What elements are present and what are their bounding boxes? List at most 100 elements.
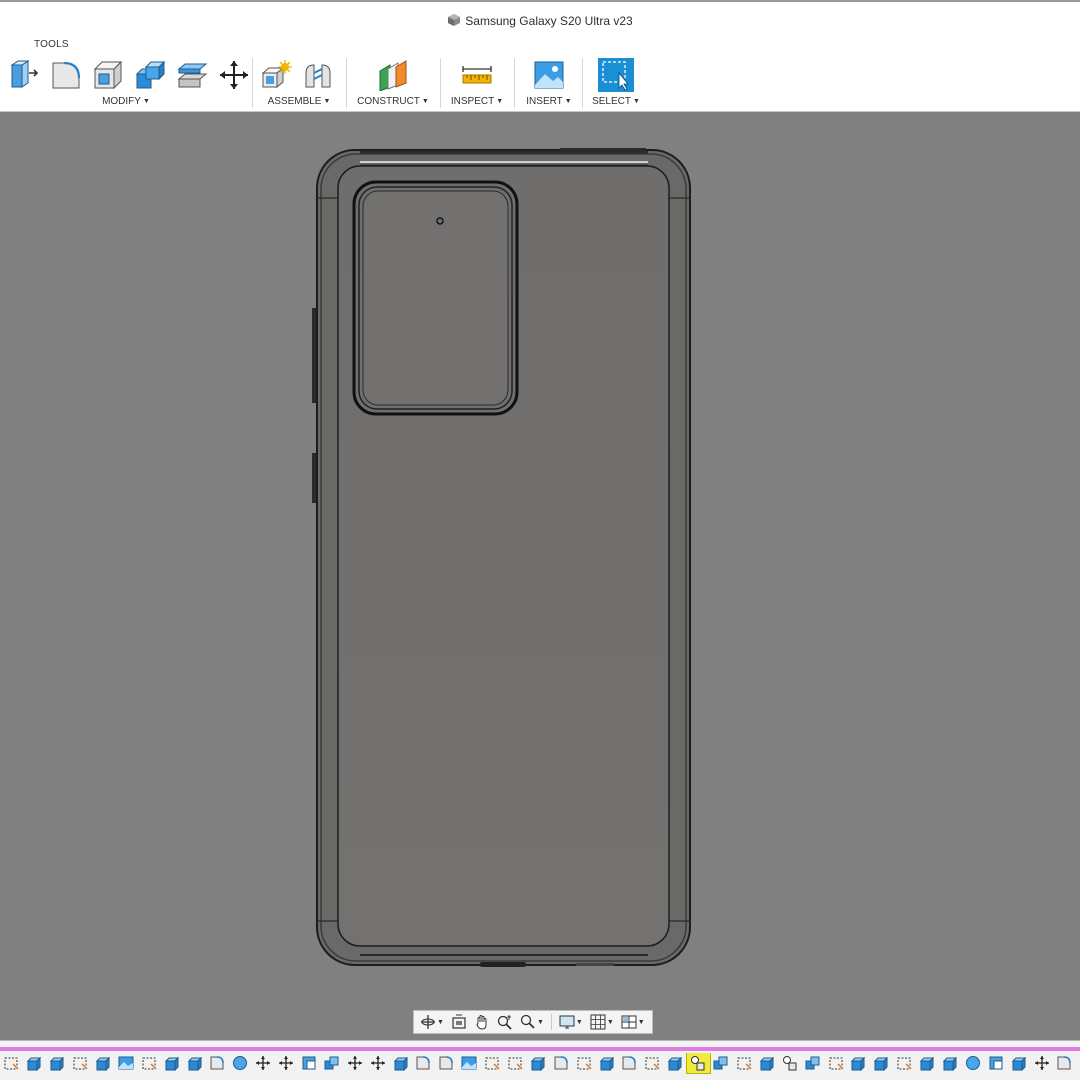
extrude-icon[interactable] [916,1053,939,1073]
combine-icon[interactable] [320,1053,343,1073]
modify-label: MODIFY [102,96,141,107]
extrude-icon[interactable] [389,1053,412,1073]
extrude-icon[interactable] [46,1053,69,1073]
look-at-icon[interactable] [449,1012,469,1032]
fillet-icon[interactable] [206,1053,229,1073]
move-icon[interactable] [275,1053,298,1073]
select-menu[interactable]: SELECT ▼ [588,96,644,107]
navigation-bar: ▼ ▼ ▼ ▼ ▼ [413,1010,653,1034]
new-component-icon[interactable] [258,58,294,92]
extrude-icon[interactable] [755,1053,778,1073]
chevron-down-icon: ▼ [536,1018,544,1026]
sphere-icon[interactable] [961,1053,984,1073]
sketch-icon[interactable] [504,1053,527,1073]
split-icon[interactable] [298,1053,321,1073]
extrude-icon[interactable] [939,1053,962,1073]
viewports-icon[interactable]: ▼ [619,1012,647,1032]
ribbon-toolbar: TOOLS MODIFY ▼ ASSEMBLE ▼ CONSTRUCT ▼ IN… [0,30,1080,112]
cube-icon [447,13,461,30]
extrude-icon[interactable] [183,1053,206,1073]
extrude-icon[interactable] [526,1053,549,1073]
select-group: SELECT ▼ [588,52,644,108]
inspect-menu[interactable]: INSPECT ▼ [446,96,508,107]
sphere-icon[interactable] [229,1053,252,1073]
phone-model[interactable] [0,113,1080,1040]
divider [346,58,347,108]
extrude-icon[interactable] [847,1053,870,1073]
extrude-icon[interactable] [595,1053,618,1073]
fillet-icon[interactable] [1053,1053,1076,1073]
fillet-icon[interactable] [549,1053,572,1073]
timeline-features [0,1053,1080,1075]
insert-canvas-icon[interactable] [531,58,567,92]
fillet-icon[interactable] [48,58,84,92]
joint-icon[interactable] [300,58,336,92]
joint-icon[interactable] [685,1053,711,1074]
divider [550,1014,552,1030]
sketch-icon[interactable] [733,1053,756,1073]
document-title-area: Samsung Galaxy S20 Ultra v23 [0,13,1080,30]
move-icon[interactable] [252,1053,275,1073]
assemble-group: ASSEMBLE ▼ [258,52,340,108]
workspace-label[interactable]: TOOLS [34,39,69,50]
offset-plane-icon[interactable] [375,58,411,92]
assemble-menu[interactable]: ASSEMBLE ▼ [258,96,340,107]
construct-menu[interactable]: CONSTRUCT ▼ [352,96,434,107]
grid-icon[interactable]: ▼ [588,1012,616,1032]
sketch-icon[interactable] [641,1053,664,1073]
move-icon[interactable] [1030,1053,1053,1073]
insert-menu[interactable]: INSERT ▼ [520,96,578,107]
pan-icon[interactable] [472,1012,492,1032]
sketch-icon[interactable] [137,1053,160,1073]
orbit-icon[interactable]: ▼ [418,1012,446,1032]
canvas-icon[interactable] [114,1053,137,1073]
select-label: SELECT [592,96,631,107]
chevron-down-icon: ▼ [564,98,572,105]
chevron-down-icon: ▼ [323,98,331,105]
window-select-icon[interactable] [598,58,634,92]
app-window: Samsung Galaxy S20 Ultra v23 TOOLS MODIF… [0,0,1080,1080]
timeline-marker-bar[interactable] [0,1047,1080,1051]
modify-group: MODIFY ▼ [6,52,248,108]
sketch-icon[interactable] [824,1053,847,1073]
fillet-icon[interactable] [435,1053,458,1073]
sketch-icon[interactable] [572,1053,595,1073]
combine-icon[interactable] [132,58,168,92]
zoom-window-icon[interactable] [495,1012,515,1032]
display-settings-icon[interactable]: ▼ [557,1012,585,1032]
move-icon[interactable] [343,1053,366,1073]
press-pull-icon[interactable] [6,58,42,92]
sketch-icon[interactable] [1076,1053,1080,1073]
extrude-icon[interactable] [92,1053,115,1073]
split-icon[interactable] [984,1053,1007,1073]
canvas-icon[interactable] [458,1053,481,1073]
viewport-canvas[interactable] [0,113,1080,1040]
chevron-down-icon: ▼ [421,98,429,105]
fillet-icon[interactable] [618,1053,641,1073]
sketch-icon[interactable] [481,1053,504,1073]
chevron-down-icon: ▼ [575,1018,583,1026]
extrude-icon[interactable] [870,1053,893,1073]
extrude-icon[interactable] [23,1053,46,1073]
divider [252,58,253,108]
combine-icon[interactable] [710,1053,733,1073]
extrude-icon[interactable] [664,1053,687,1073]
sketch-icon[interactable] [69,1053,92,1073]
measure-icon[interactable] [459,58,495,92]
extrude-icon[interactable] [1007,1053,1030,1073]
shell-icon[interactable] [90,58,126,92]
move-icon[interactable] [366,1053,389,1073]
offset-face-icon[interactable] [174,58,210,92]
move-icon[interactable] [216,58,252,92]
sketch-icon[interactable] [893,1053,916,1073]
combine-icon[interactable] [801,1053,824,1073]
divider [440,58,441,108]
joint-icon[interactable] [778,1053,801,1073]
modify-menu[interactable]: MODIFY ▼ [6,96,246,107]
extrude-icon[interactable] [160,1053,183,1073]
zoom-icon[interactable]: ▼ [518,1012,546,1032]
document-title: Samsung Galaxy S20 Ultra v23 [465,14,633,28]
sketch-icon[interactable] [0,1053,23,1073]
fillet-icon[interactable] [412,1053,435,1073]
divider [514,58,515,108]
